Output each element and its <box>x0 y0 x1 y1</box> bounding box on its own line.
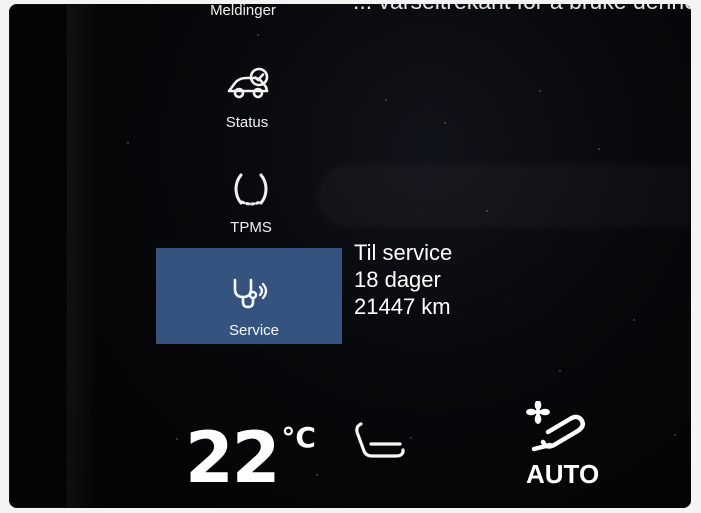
seat-heat-left-icon[interactable] <box>352 420 412 476</box>
temperature-value: 22 <box>185 417 280 499</box>
tpms-icon <box>196 172 306 211</box>
infotainment-screen: ... varseltrekant for å bruke denne tje … <box>67 4 691 508</box>
sidebar-item-messages[interactable]: Meldinger <box>188 4 298 18</box>
fan-icon <box>526 400 588 463</box>
temperature-unit: °C <box>281 421 316 454</box>
top-cutoff-text: ... varseltrekant for å bruke denne tje <box>353 4 691 15</box>
climate-bar: 22 °C AUTO <box>136 400 691 503</box>
dust-speck <box>257 34 259 36</box>
photo-frame: ... varseltrekant for å bruke denne tje … <box>0 0 701 513</box>
device-bezel: ... varseltrekant for å bruke denne tje … <box>9 4 691 508</box>
sidebar-item-label: Service <box>229 322 280 339</box>
service-days-remaining: 18 dager <box>354 267 441 292</box>
dust-speck <box>127 142 129 144</box>
dust-speck <box>633 319 635 321</box>
service-icon <box>229 276 271 317</box>
dust-speck <box>598 148 600 150</box>
auto-label: AUTO <box>526 459 600 489</box>
service-km-remaining: 21447 km <box>354 294 451 319</box>
dust-speck <box>385 99 387 101</box>
car-status-icon <box>192 67 302 106</box>
sidebar-item-label: Status <box>225 114 269 131</box>
sidebar-item-label: TPMS <box>230 219 272 236</box>
sidebar-item-service[interactable]: Service <box>156 248 342 344</box>
screen-glare <box>67 4 97 508</box>
climate-auto-button[interactable]: AUTO <box>518 400 618 495</box>
dust-speck <box>559 370 561 372</box>
sidebar-item-status[interactable]: Status <box>192 67 302 130</box>
service-info-title: Til service <box>354 240 453 265</box>
dust-speck <box>539 90 541 92</box>
sidebar-item-tpms[interactable]: TPMS <box>196 172 306 235</box>
sidebar-item-label: Meldinger <box>210 4 276 19</box>
dust-speck <box>444 122 446 124</box>
temperature-control[interactable]: 22 °C <box>185 423 316 493</box>
service-info-panel: Til service 18 dager 21447 km <box>354 239 452 320</box>
screen-reflection <box>317 164 689 228</box>
